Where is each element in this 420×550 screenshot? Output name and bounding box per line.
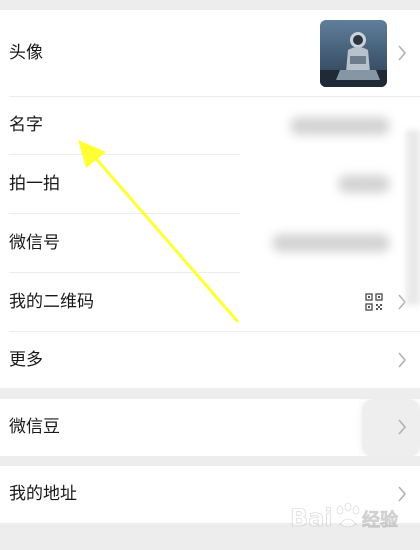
name-label: 名字: [9, 115, 43, 135]
more-row[interactable]: 更多: [0, 332, 420, 388]
pat-label: 拍一拍: [9, 174, 60, 194]
edge-shadow: [406, 130, 420, 305]
pat-row[interactable]: 拍一拍: [0, 155, 420, 214]
avatar-row[interactable]: 头像: [0, 10, 420, 97]
qrcode-icon: [365, 293, 383, 311]
avatar-image: [320, 20, 387, 87]
beans-label: 微信豆: [9, 417, 60, 437]
qrcode-label: 我的二维码: [9, 292, 94, 312]
beans-section: 微信豆: [0, 399, 420, 456]
wechat-id-row[interactable]: 微信号: [0, 214, 420, 273]
chevron-right-icon: [398, 419, 407, 435]
chevron-right-icon: [398, 45, 407, 61]
name-value-blurred: [290, 117, 390, 135]
wechat-id-label: 微信号: [9, 233, 60, 253]
chevron-right-icon: [398, 352, 407, 368]
avatar[interactable]: [320, 20, 387, 87]
profile-section: 头像 名字 拍一拍 微信号 我的二维码 更多: [0, 10, 420, 388]
svg-text:经验: 经验: [362, 509, 399, 531]
qrcode-row[interactable]: 我的二维码: [0, 273, 420, 332]
svg-text:Bai: Bai: [290, 504, 333, 532]
pat-value-blurred: [338, 175, 390, 193]
beans-row[interactable]: 微信豆: [0, 399, 420, 456]
address-label: 我的地址: [9, 484, 77, 504]
avatar-label: 头像: [9, 43, 43, 63]
baidu-watermark-logo: Bai 经验: [290, 502, 399, 532]
more-label: 更多: [9, 350, 43, 370]
name-row[interactable]: 名字: [0, 97, 420, 155]
wechat-id-value-blurred: [272, 234, 390, 252]
